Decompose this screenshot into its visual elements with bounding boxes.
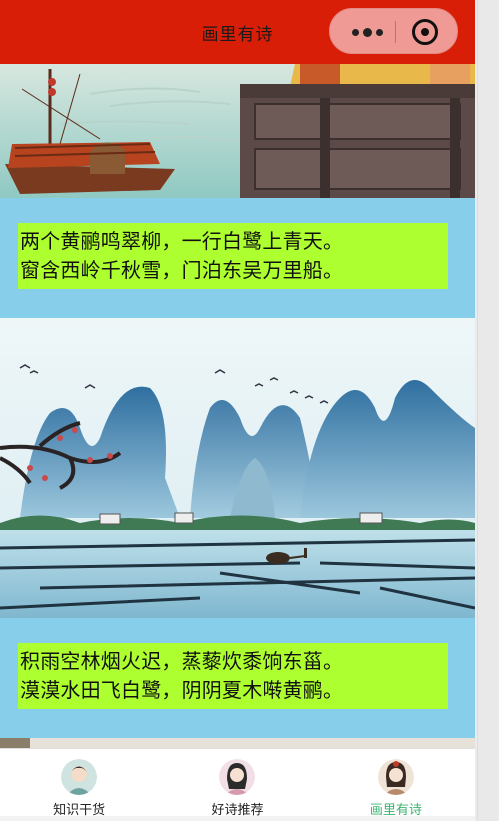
window-scrollbar[interactable]: [475, 0, 499, 821]
home-indicator-area: [0, 816, 475, 821]
more-dots-icon[interactable]: [342, 9, 392, 55]
mini-program-page: 画里有诗 两个黄鹂鸣翠柳，一行白鹭上青天。 窗含西岭千秋雪，门泊东吴万里船。 积…: [0, 0, 475, 821]
poem-line: 两个黄鹂鸣翠柳，一行白鹭上青天。: [20, 229, 344, 253]
poem-highlight: 积雨空林烟火迟，蒸藜炊黍饷东菑。 漠漠水田飞白鹭，阴阴夏木啭黄鹂。: [18, 643, 448, 709]
poem-line: 窗含西岭千秋雪，门泊东吴万里船。: [20, 258, 344, 282]
capsule-menu[interactable]: [329, 8, 458, 54]
ink-landscape-illustration: [0, 318, 475, 618]
tab-poem-in-picture[interactable]: 画里有诗: [317, 749, 475, 821]
next-illustration-edge: [0, 738, 475, 748]
scroll-content[interactable]: 两个黄鹂鸣翠柳，一行白鹭上青天。 窗含西岭千秋雪，门泊东吴万里船。 积雨空林烟火…: [0, 64, 475, 748]
nav-header: 画里有诗: [0, 0, 475, 64]
avatar-lady-icon: [377, 759, 414, 795]
poem-line: 积雨空林烟火迟，蒸藜炊黍饷东菑。: [20, 649, 344, 673]
avatar-boy-icon: [61, 759, 98, 795]
poem-card: 两个黄鹂鸣翠柳，一行白鹭上青天。 窗含西岭千秋雪，门泊东吴万里船。: [0, 198, 475, 318]
boat-pavilion-illustration: [0, 64, 475, 198]
poem-card: 积雨空林烟火迟，蒸藜炊黍饷东菑。 漠漠水田飞白鹭，阴阴夏木啭黄鹂。: [0, 618, 475, 738]
bottom-tab-bar: 知识干货 好诗推荐 画里有诗: [0, 748, 475, 821]
avatar-girl-icon: [219, 759, 256, 795]
poem-line: 漠漠水田飞白鹭，阴阴夏木啭黄鹂。: [20, 678, 344, 702]
tab-knowledge[interactable]: 知识干货: [0, 749, 158, 821]
close-target-icon[interactable]: [412, 19, 438, 45]
tab-recommend[interactable]: 好诗推荐: [158, 749, 316, 821]
poem-highlight: 两个黄鹂鸣翠柳，一行白鹭上青天。 窗含西岭千秋雪，门泊东吴万里船。: [18, 223, 448, 289]
capsule-divider: [395, 21, 396, 43]
